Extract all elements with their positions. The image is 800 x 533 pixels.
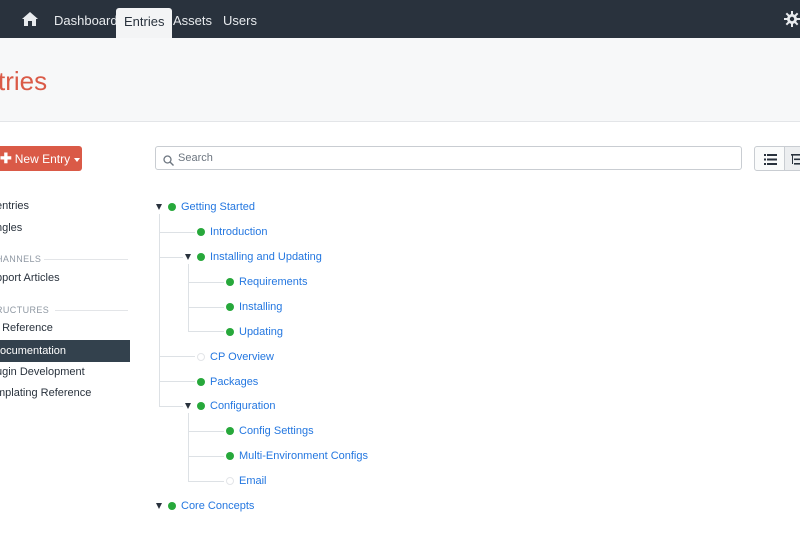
- tree-connector: [188, 331, 224, 332]
- status-live-icon: [168, 203, 176, 211]
- sidebar-item-plugin-development[interactable]: ugin Development: [0, 362, 85, 382]
- status-disabled-icon: [197, 353, 205, 361]
- tree-connector: [188, 264, 189, 332]
- caret-down-icon: [74, 157, 81, 162]
- status-live-icon: [197, 228, 205, 236]
- sidebar-item-all-entries[interactable]: entries: [0, 196, 29, 216]
- nav-dashboard[interactable]: Dashboard: [54, 0, 118, 38]
- gear-icon[interactable]: [784, 11, 800, 27]
- status-live-icon: [197, 378, 205, 386]
- page-header: tries: [0, 38, 800, 122]
- tree-item-label[interactable]: Config Settings: [239, 421, 314, 441]
- structure-view-icon: [791, 154, 800, 165]
- sidebar-item-documentation[interactable]: ocumentation: [0, 340, 130, 362]
- tree-item-label[interactable]: CP Overview: [210, 347, 274, 367]
- status-live-icon: [226, 278, 234, 286]
- sidebar-item-support-articles[interactable]: pport Articles: [0, 268, 60, 288]
- tree-connector: [188, 413, 189, 481]
- tree-connector: [159, 381, 195, 382]
- sidebar-heading-channels: HANNELS: [0, 254, 42, 264]
- sidebar-item-singles[interactable]: ngles: [0, 218, 22, 238]
- tree-item-label[interactable]: Installing and Updating: [210, 247, 322, 267]
- tree-connector: [159, 257, 183, 258]
- tree-connector: [159, 232, 195, 233]
- page-title: tries: [0, 66, 48, 96]
- home-icon[interactable]: [22, 12, 38, 26]
- list-view-icon: [764, 154, 777, 165]
- tree-connector: [159, 356, 195, 357]
- top-nav: Dashboard Entries Assets Users: [0, 0, 800, 38]
- sidebar-heading-structures: RUCTURES: [0, 305, 50, 315]
- tree-connector: [188, 456, 224, 457]
- list-view-button[interactable]: [754, 146, 785, 171]
- tree-connector: [188, 307, 224, 308]
- sidebar-item-templating-reference[interactable]: mplating Reference: [0, 383, 91, 403]
- divider: [44, 259, 128, 260]
- nav-users[interactable]: Users: [223, 0, 257, 38]
- status-live-icon: [226, 328, 234, 336]
- status-live-icon: [197, 402, 205, 410]
- collapse-toggle-icon[interactable]: [185, 403, 191, 409]
- tree-item-label[interactable]: Introduction: [210, 222, 267, 242]
- status-disabled-icon: [226, 477, 234, 485]
- collapse-toggle-icon[interactable]: [185, 254, 191, 260]
- tree-connector: [188, 282, 224, 283]
- tree-connector: [159, 214, 160, 406]
- status-live-icon: [168, 502, 176, 510]
- plus-icon: ✚: [0, 150, 12, 166]
- tree-item-label[interactable]: Configuration: [210, 396, 275, 416]
- tree-connector: [188, 481, 224, 482]
- structure-view-button[interactable]: [784, 146, 800, 171]
- nav-entries[interactable]: Entries: [116, 8, 173, 38]
- search-box: [155, 146, 742, 170]
- collapse-toggle-icon[interactable]: [156, 204, 162, 210]
- divider: [55, 310, 128, 311]
- sidebar-item-api-reference[interactable]: I Reference: [0, 318, 53, 338]
- tree-item-label[interactable]: Core Concepts: [181, 496, 254, 516]
- tree-item-label[interactable]: Packages: [210, 372, 258, 392]
- tree-connector: [188, 431, 224, 432]
- nav-assets[interactable]: Assets: [173, 0, 212, 38]
- tree-item-label[interactable]: Getting Started: [181, 197, 255, 217]
- tree-item-label[interactable]: Email: [239, 471, 267, 491]
- tree-item-label[interactable]: Requirements: [239, 272, 307, 292]
- tree-item-label[interactable]: Updating: [239, 322, 283, 342]
- tree-item-label[interactable]: Installing: [239, 297, 282, 317]
- new-entry-button[interactable]: ✚ New Entry: [0, 146, 82, 171]
- search-icon: [163, 153, 174, 166]
- tree-item-label[interactable]: Multi-Environment Configs: [239, 446, 368, 466]
- collapse-toggle-icon[interactable]: [156, 503, 162, 509]
- status-live-icon: [226, 452, 234, 460]
- status-live-icon: [197, 253, 205, 261]
- new-entry-label: New Entry: [14, 152, 71, 166]
- search-input[interactable]: [178, 150, 728, 166]
- status-live-icon: [226, 303, 234, 311]
- tree-connector: [159, 406, 183, 407]
- status-live-icon: [226, 427, 234, 435]
